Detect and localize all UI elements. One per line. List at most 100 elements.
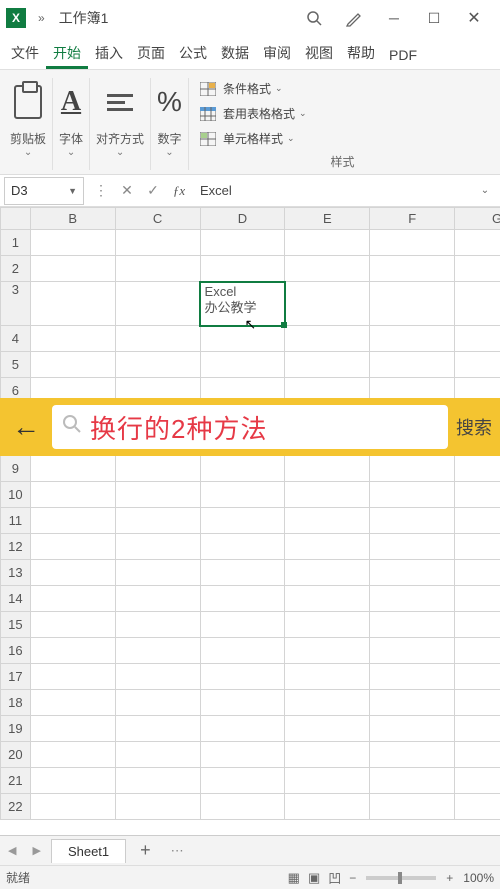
titlebar-chevron[interactable]: » (32, 11, 51, 25)
overlay-search-banner: ← 换行的2种方法 搜索 (0, 398, 500, 456)
search-icon[interactable] (294, 0, 334, 36)
format-as-table-button[interactable]: 套用表格格式 ⌄ (195, 103, 490, 124)
selected-cell-D3[interactable]: Excel 办公教学 ↖ (200, 282, 285, 326)
view-normal-icon[interactable]: ▦ (284, 870, 304, 886)
column-header[interactable]: G (455, 208, 500, 230)
expand-formula-bar-icon[interactable]: ⌄ (470, 185, 500, 196)
number-dropdown-icon: ⌄ (165, 147, 173, 158)
row-header[interactable]: 21 (1, 768, 31, 794)
cell-styles-label: 单元格样式 (223, 130, 283, 147)
select-all-corner[interactable] (1, 208, 31, 230)
sheet-nav-next-icon[interactable]: ▶ (24, 844, 48, 857)
percent-icon: % (157, 78, 182, 126)
chevron-down-icon: ⌄ (299, 108, 307, 119)
clipboard-icon (14, 78, 42, 126)
chevron-down-icon: ⌄ (287, 133, 295, 144)
row-header[interactable]: 11 (1, 508, 31, 534)
row-header[interactable]: 1 (1, 230, 31, 256)
zoom-percent-label[interactable]: 100% (463, 871, 494, 885)
cell-text-line1: Excel (205, 284, 237, 299)
row-header[interactable]: 2 (1, 256, 31, 282)
font-label: 字体 (59, 130, 83, 147)
number-label: 数字 (157, 130, 181, 147)
ribbon-group-alignment[interactable]: 对齐方式 ⌄ (90, 78, 151, 170)
spreadsheet-grid[interactable]: B C D E F G 1 2 3 Excel 办公教学 ↖ 4 5 6 7 8… (0, 207, 500, 827)
view-page-layout-icon[interactable]: ▣ (304, 870, 324, 886)
row-header[interactable]: 14 (1, 586, 31, 612)
row-header[interactable]: 22 (1, 794, 31, 820)
row-header[interactable]: 18 (1, 690, 31, 716)
row-header[interactable]: 12 (1, 534, 31, 560)
view-page-break-icon[interactable]: 凹 (324, 868, 345, 887)
ribbon: 剪贴板 ⌄ A 字体 ⌄ 对齐方式 ⌄ % 数字 ⌄ 条件格式 ⌄ 套用表格格式… (0, 70, 500, 175)
column-header[interactable]: F (370, 208, 455, 230)
tab-formulas[interactable]: 公式 (172, 37, 214, 69)
pen-icon[interactable] (334, 0, 374, 36)
tab-data[interactable]: 数据 (214, 37, 256, 69)
row-header[interactable]: 3 (1, 282, 31, 326)
close-button[interactable]: ✕ (454, 0, 494, 36)
clipboard-label: 剪贴板 (10, 130, 46, 147)
formula-input[interactable]: Excel (192, 183, 470, 198)
row-header[interactable]: 10 (1, 482, 31, 508)
cancel-formula-button[interactable]: ✕ (114, 182, 140, 199)
ribbon-group-styles: 条件格式 ⌄ 套用表格格式 ⌄ 单元格样式 ⌄ 样式 (189, 78, 496, 170)
overlay-search-text: 换行的2种方法 (90, 409, 267, 446)
tab-pdf[interactable]: PDF (382, 41, 424, 69)
styles-group-label: 样式 (195, 153, 490, 170)
cell-styles-icon (199, 132, 217, 146)
row-header[interactable]: 16 (1, 638, 31, 664)
add-sheet-button[interactable]: + (128, 840, 163, 861)
overlay-search-button[interactable]: 搜索 (456, 414, 492, 440)
row-header[interactable]: 5 (1, 352, 31, 378)
alignment-dropdown-icon: ⌄ (116, 147, 124, 158)
column-header[interactable]: E (285, 208, 370, 230)
tab-insert[interactable]: 插入 (88, 37, 130, 69)
ribbon-tabs: 文件 开始 插入 页面 公式 数据 审阅 视图 帮助 PDF (0, 36, 500, 70)
ribbon-group-number[interactable]: % 数字 ⌄ (151, 78, 189, 170)
zoom-out-button[interactable]: − (345, 871, 360, 885)
cell-reference: D3 (11, 183, 28, 198)
sheet-nav-prev-icon[interactable]: ◀ (0, 844, 24, 857)
clipboard-dropdown-icon: ⌄ (24, 147, 32, 158)
name-box[interactable]: D3 ▼ (4, 177, 84, 205)
excel-app-icon: X (6, 8, 26, 28)
column-header[interactable]: D (200, 208, 285, 230)
chevron-down-icon: ⌄ (275, 83, 283, 94)
tab-home[interactable]: 开始 (46, 37, 88, 69)
format-as-table-icon (199, 107, 217, 121)
conditional-formatting-icon (199, 82, 217, 96)
formula-bar: D3 ▼ ⋮ ✕ ✓ ƒx Excel ⌄ (0, 175, 500, 207)
column-header[interactable]: C (115, 208, 200, 230)
sheet-more-icon[interactable]: ⋯ (163, 843, 192, 859)
font-dropdown-icon: ⌄ (67, 147, 75, 158)
zoom-slider[interactable] (366, 876, 436, 880)
row-header[interactable]: 20 (1, 742, 31, 768)
insert-function-button[interactable]: ƒx (166, 183, 192, 199)
accept-formula-button[interactable]: ✓ (140, 182, 166, 199)
tab-review[interactable]: 审阅 (256, 37, 298, 69)
row-header[interactable]: 17 (1, 664, 31, 690)
row-header[interactable]: 15 (1, 612, 31, 638)
font-icon: A (61, 78, 81, 126)
minimize-button[interactable]: ─ (374, 0, 414, 36)
column-header[interactable]: B (30, 208, 115, 230)
row-header[interactable]: 4 (1, 326, 31, 352)
back-arrow-icon[interactable]: ← (8, 411, 44, 443)
tab-view[interactable]: 视图 (298, 37, 340, 69)
ribbon-group-clipboard[interactable]: 剪贴板 ⌄ (4, 78, 53, 170)
overlay-search-box[interactable]: 换行的2种方法 (52, 405, 448, 449)
tab-help[interactable]: 帮助 (340, 37, 382, 69)
zoom-in-button[interactable]: + (442, 871, 457, 885)
row-header[interactable]: 9 (1, 456, 31, 482)
sheet-tab-active[interactable]: Sheet1 (51, 839, 126, 863)
tab-page-layout[interactable]: 页面 (130, 37, 172, 69)
conditional-formatting-button[interactable]: 条件格式 ⌄ (195, 78, 490, 99)
row-header[interactable]: 13 (1, 560, 31, 586)
formula-separator-icon: ⋮ (88, 182, 114, 199)
row-header[interactable]: 19 (1, 716, 31, 742)
maximize-button[interactable]: ☐ (414, 0, 454, 36)
tab-file[interactable]: 文件 (4, 37, 46, 69)
cell-styles-button[interactable]: 单元格样式 ⌄ (195, 128, 490, 149)
ribbon-group-font[interactable]: A 字体 ⌄ (53, 78, 90, 170)
